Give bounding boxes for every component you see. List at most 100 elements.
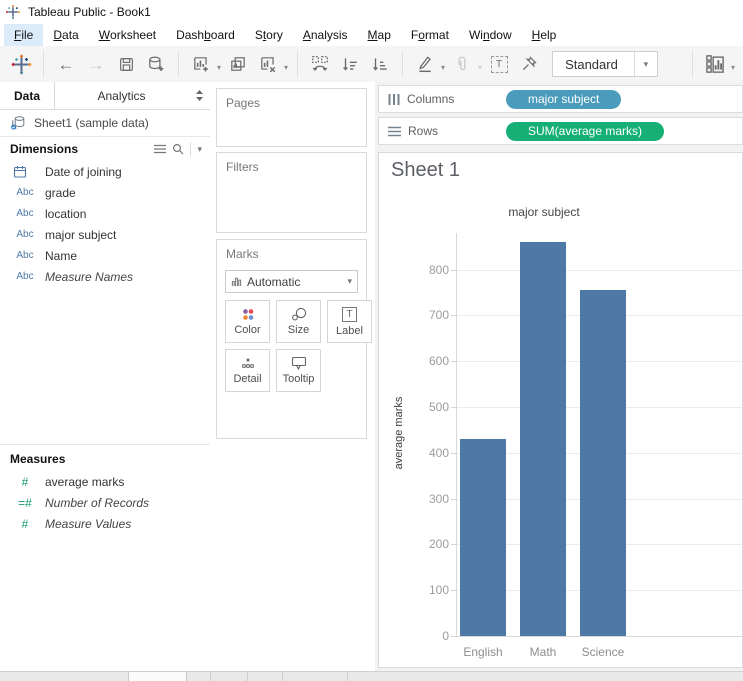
field-location[interactable]: Abclocation [0,203,210,224]
bar-mark-icon [231,276,242,287]
gridline [456,270,742,271]
sheet-tab[interactable] [128,672,187,681]
tab-analytics[interactable]: Analytics [55,82,188,109]
data-source-item[interactable]: Sheet1 (sample data) [0,110,210,137]
x-category-label[interactable]: Math [513,645,573,659]
tab-data[interactable]: Data [0,82,55,109]
toolbar-separator [692,51,693,77]
save-button[interactable] [111,49,141,79]
group-members-button[interactable] [447,49,477,79]
y-tick-label: 800 [379,263,449,277]
rows-shelf[interactable]: Rows SUM(average marks) [378,117,743,145]
fit-dropdown-caret-icon[interactable]: ▾ [634,52,657,76]
color-button[interactable]: Color [225,300,270,343]
tableau-window: Tableau Public - Book1 FileDataWorksheet… [0,0,743,681]
field-label: grade [45,186,76,200]
bar-english[interactable] [460,439,506,636]
y-tick-label: 500 [379,400,449,414]
measures-section: Measures #average marks=#Number of Recor… [0,444,210,534]
tooltip-button[interactable]: Tooltip [276,349,321,392]
filters-label: Filters [217,153,366,174]
view-list-icon[interactable] [154,144,166,154]
redo-button[interactable]: → [81,49,111,79]
menu-file[interactable]: File [4,24,43,46]
field-label: Name [45,249,77,263]
menu-format[interactable]: Format [401,24,459,46]
y-axis-line [456,233,457,636]
status-separator [347,672,348,681]
pane-collapse-icon[interactable] [188,82,210,109]
field-major-subject[interactable]: Abcmajor subject [0,224,210,245]
x-category-label[interactable]: English [453,645,513,659]
x-axis-line [456,636,742,637]
status-bar [0,671,743,681]
field-label: average marks [45,475,124,489]
undo-button[interactable]: ← [51,49,81,79]
new-data-source-button[interactable] [141,49,171,79]
fix-axes-button[interactable] [514,49,544,79]
tooltip-bubble-icon [291,356,307,370]
menu-window[interactable]: Window [459,24,522,46]
sort-ascending-button[interactable] [335,49,365,79]
menu-data[interactable]: Data [43,24,88,46]
toolbar-separator [297,51,298,77]
mark-type-dropdown[interactable]: Automatic ▾ [225,270,358,293]
field-measure-names[interactable]: AbcMeasure Names [0,266,210,287]
y-tick-label: 300 [379,492,449,506]
highlight-button[interactable] [410,49,440,79]
menu-worksheet[interactable]: Worksheet [89,24,166,46]
columns-pill-major-subject[interactable]: major subject [506,90,621,109]
highlight-caret-icon[interactable]: ▾ [441,63,445,72]
x-category-label[interactable]: Science [573,645,633,659]
menu-story[interactable]: Story [245,24,293,46]
clear-sheet-button[interactable] [253,49,283,79]
field-grade[interactable]: Abc grade [0,182,210,203]
duplicate-sheet-button[interactable] [223,49,253,79]
menu-dashboard[interactable]: Dashboard [166,24,245,46]
field-number-of-records[interactable]: =#Number of Records [0,492,210,513]
menu-map[interactable]: Map [358,24,401,46]
field-average-marks[interactable]: #average marks [0,471,210,492]
group-members-caret-icon[interactable]: ▾ [478,63,482,72]
pages-label: Pages [217,89,366,110]
status-separator [282,672,283,681]
rows-pill-sum-average-marks[interactable]: SUM(average marks) [506,122,664,141]
y-tick-label: 400 [379,446,449,460]
fit-dropdown[interactable]: Standard ▾ [552,51,658,77]
calendar-icon [13,165,37,178]
y-tick-label: 100 [379,583,449,597]
bar-math[interactable] [520,242,566,636]
detail-button-label: Detail [233,373,261,385]
abc-icon: Abc [13,187,37,198]
show-me-caret-icon[interactable]: ▾ [731,63,735,72]
field-date-of-joining[interactable]: Date of joining [0,161,210,182]
find-field-icon[interactable] [172,143,184,155]
size-button[interactable]: Size [276,300,321,343]
clear-sheet-caret-icon[interactable]: ▾ [284,63,288,72]
label-button[interactable]: T Label [327,300,372,343]
new-worksheet-caret-icon[interactable]: ▾ [217,63,221,72]
menu-analysis[interactable]: Analysis [293,24,358,46]
columns-shelf[interactable]: Columns major subject [378,85,743,113]
swap-rows-columns-button[interactable] [305,49,335,79]
menu-help[interactable]: Help [522,24,567,46]
new-worksheet-button[interactable] [186,49,216,79]
show-mark-labels-button[interactable]: T [484,49,514,79]
field-measure-values[interactable]: #Measure Values [0,513,210,534]
field-label: Number of Records [45,496,149,510]
bar-science[interactable] [580,290,626,636]
detail-button[interactable]: Detail [225,349,270,392]
menu-bar: FileDataWorksheetDashboardStoryAnalysisM… [0,24,743,46]
tableau-home-icon[interactable] [6,49,36,79]
pages-shelf[interactable]: Pages [216,88,367,147]
filters-shelf[interactable]: Filters [216,152,367,233]
field-name[interactable]: AbcName [0,245,210,266]
dimensions-menu-caret-icon[interactable]: ▾ [197,144,202,155]
sort-descending-button[interactable] [365,49,395,79]
abc-icon: Abc [13,208,37,219]
dimensions-header: Dimensions ▾ [0,137,210,161]
columns-label: Columns [407,92,454,106]
y-tick-label: 600 [379,354,449,368]
data-pane: Data Analytics Sheet1 (sample data) [0,82,211,672]
show-me-button[interactable] [700,49,730,79]
